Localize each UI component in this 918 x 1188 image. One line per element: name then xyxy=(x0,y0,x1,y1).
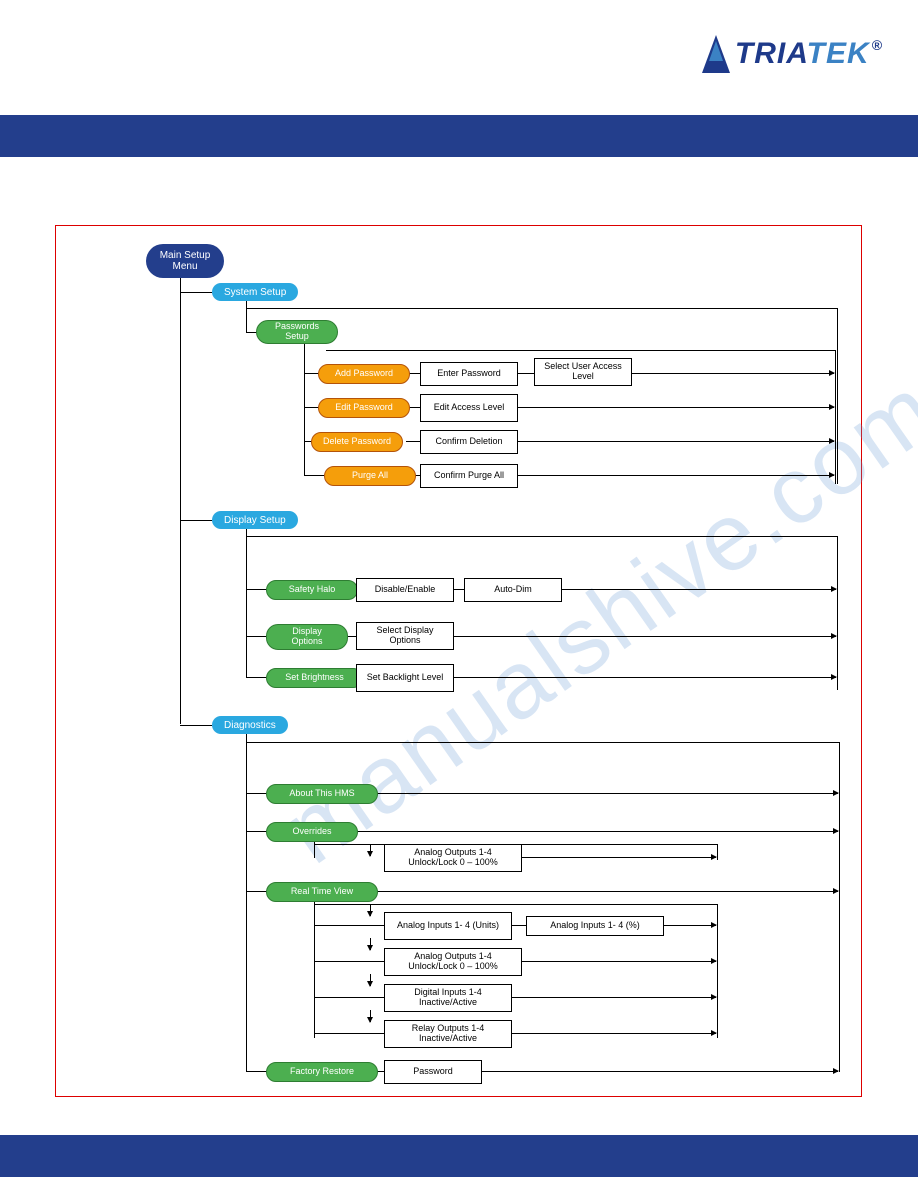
disable-enable: Disable/Enable xyxy=(356,578,454,602)
display-options: Display Options xyxy=(266,624,348,650)
overrides: Overrides xyxy=(266,822,358,842)
confirm-purge-all: Confirm Purge All xyxy=(420,464,518,488)
display-setup: Display Setup xyxy=(212,511,298,529)
analog-outputs-lock-1: Analog Outputs 1-4 Unlock/Lock 0 – 100% xyxy=(384,844,522,872)
logo: TRIATEK® xyxy=(702,35,883,73)
page: TRIATEK® manualshive.com Main Setup Menu… xyxy=(0,0,918,1188)
password-box: Password xyxy=(384,1060,482,1084)
real-time-view: Real Time View xyxy=(266,882,378,902)
add-password: Add Password xyxy=(318,364,410,384)
analog-inputs-units: Analog Inputs 1- 4 (Units) xyxy=(384,912,512,940)
system-setup: System Setup xyxy=(212,283,298,301)
set-brightness: Set Brightness xyxy=(266,668,363,688)
logo-text: TRIATEK® xyxy=(735,37,883,71)
edit-access-level: Edit Access Level xyxy=(420,394,518,422)
delete-password: Delete Password xyxy=(311,432,403,452)
about-this-hms: About This HMS xyxy=(266,784,378,804)
digital-inputs: Digital Inputs 1-4 Inactive/Active xyxy=(384,984,512,1012)
passwords-setup: Passwords Setup xyxy=(256,320,338,344)
auto-dim: Auto-Dim xyxy=(464,578,562,602)
set-backlight-level: Set Backlight Level xyxy=(356,664,454,692)
enter-password: Enter Password xyxy=(420,362,518,386)
confirm-deletion: Confirm Deletion xyxy=(420,430,518,454)
relay-outputs: Relay Outputs 1-4 Inactive/Active xyxy=(384,1020,512,1048)
analog-outputs-lock-2: Analog Outputs 1-4 Unlock/Lock 0 – 100% xyxy=(384,948,522,976)
select-user-access: Select User Access Level xyxy=(534,358,632,386)
diagnostics: Diagnostics xyxy=(212,716,288,734)
main-setup-menu: Main Setup Menu xyxy=(146,244,224,278)
factory-restore: Factory Restore xyxy=(266,1062,378,1082)
edit-password: Edit Password xyxy=(318,398,410,418)
header-bar xyxy=(0,115,918,157)
safety-halo: Safety Halo xyxy=(266,580,358,600)
purge-all: Purge All xyxy=(324,466,416,486)
footer-bar xyxy=(0,1135,918,1177)
analog-inputs-percent: Analog Inputs 1- 4 (%) xyxy=(526,916,664,936)
diagram-frame: manualshive.com Main Setup Menu System S… xyxy=(55,225,862,1097)
select-display-options: Select Display Options xyxy=(356,622,454,650)
logo-triangle-icon xyxy=(702,35,730,73)
